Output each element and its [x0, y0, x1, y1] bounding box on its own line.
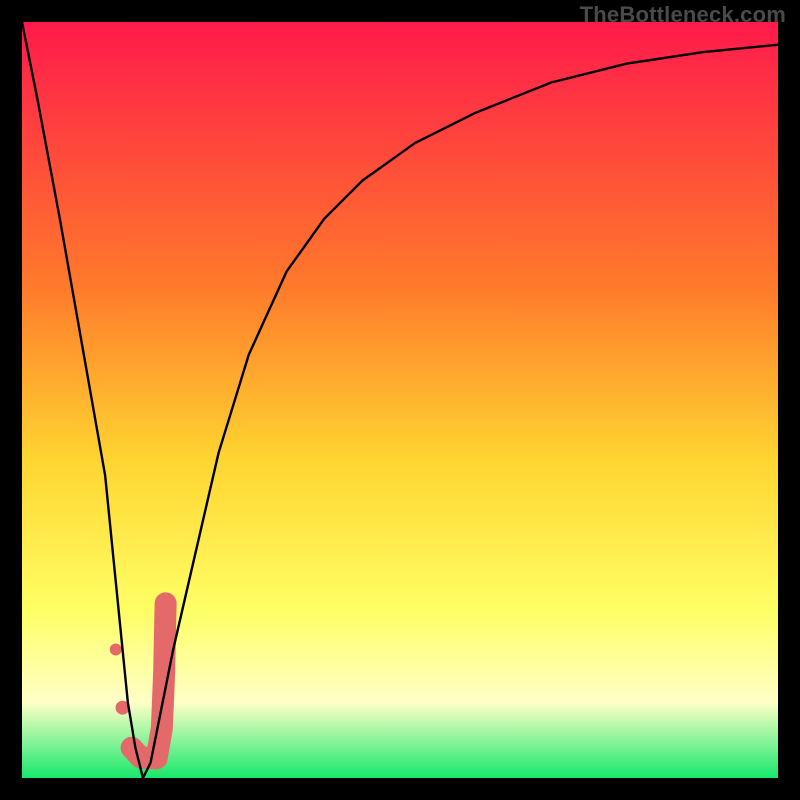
chart-frame: TheBottleneck.com — [0, 0, 800, 800]
plot-area — [22, 22, 778, 778]
hook-dot-icon — [110, 643, 122, 655]
watermark-text: TheBottleneck.com — [580, 2, 786, 28]
gradient-background — [22, 22, 778, 778]
plot-svg — [22, 22, 778, 778]
